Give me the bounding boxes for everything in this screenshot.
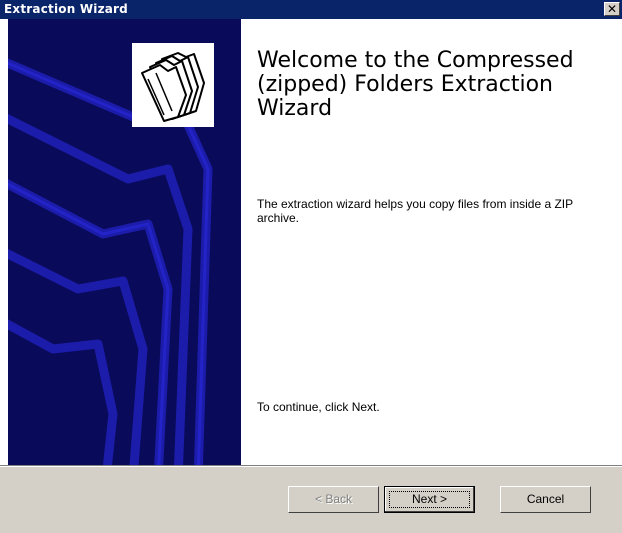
- wizard-side-banner: [8, 19, 241, 465]
- back-button-label: < Back: [314, 492, 353, 506]
- continue-instruction: To continue, click Next.: [257, 400, 380, 414]
- title-bar[interactable]: Extraction Wizard ✕: [0, 0, 622, 19]
- extraction-wizard-dialog: Extraction Wizard ✕ Welcome to the Compr…: [0, 0, 622, 533]
- next-button[interactable]: Next >: [384, 486, 475, 513]
- cancel-button[interactable]: Cancel: [500, 486, 591, 513]
- back-button[interactable]: < Back: [288, 486, 379, 513]
- cancel-button-label: Cancel: [526, 492, 565, 506]
- wizard-content: Welcome to the Compressed (zipped) Folde…: [0, 19, 622, 465]
- window-title: Extraction Wizard: [4, 2, 128, 16]
- close-button[interactable]: ✕: [604, 2, 620, 16]
- next-button-label: Next >: [411, 492, 447, 506]
- wizard-heading: Welcome to the Compressed (zipped) Folde…: [257, 48, 574, 121]
- zipped-folders-icon: [132, 43, 214, 127]
- wizard-description: The extraction wizard helps you copy fil…: [257, 197, 573, 225]
- button-area-divider: [0, 465, 622, 467]
- close-icon: ✕: [606, 2, 618, 16]
